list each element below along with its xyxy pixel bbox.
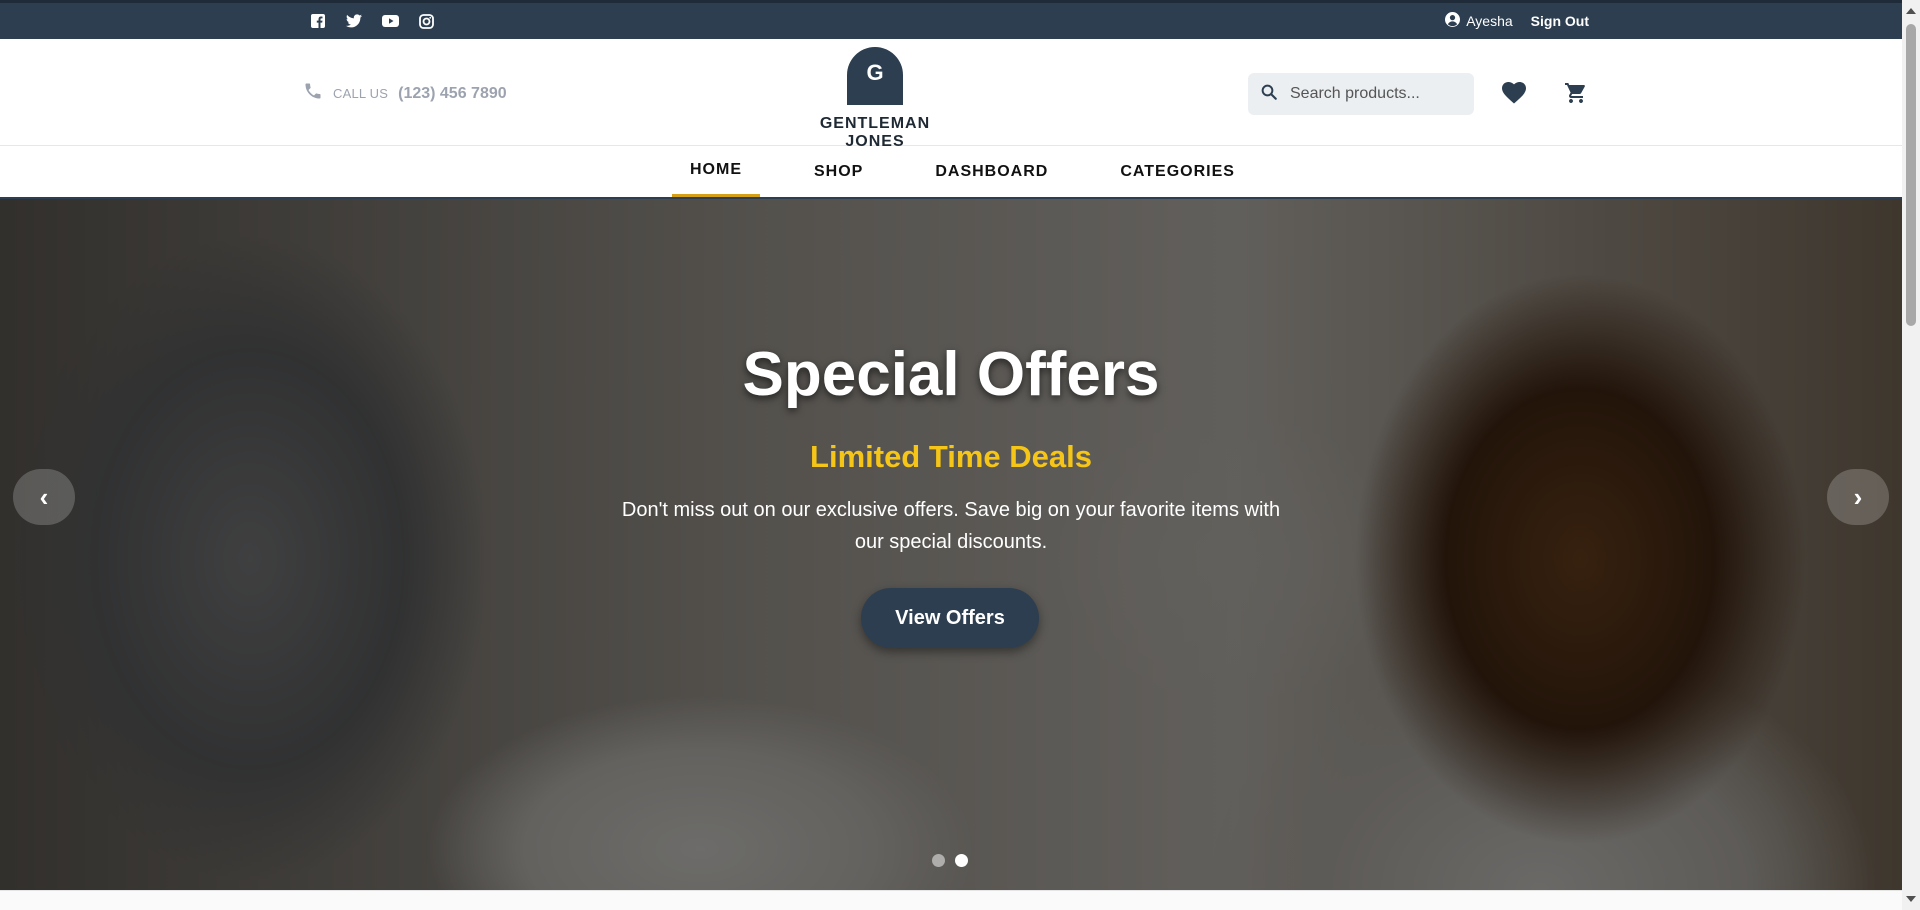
hero-subtitle: Limited Time Deals: [810, 439, 1092, 474]
nav-item-dashboard[interactable]: DASHBOARD: [917, 146, 1066, 197]
nav-item-shop[interactable]: SHOP: [796, 146, 881, 197]
twitter-icon[interactable]: [344, 12, 364, 30]
scroll-up-arrow-icon[interactable]: [1906, 8, 1916, 14]
carousel-dot-2[interactable]: [955, 854, 968, 867]
top-bar: Ayesha Sign Out: [0, 0, 1902, 39]
phone-icon: [303, 81, 323, 106]
carousel-dot-1[interactable]: [932, 854, 945, 867]
nav-item-categories[interactable]: CATEGORIES: [1102, 146, 1253, 197]
scroll-down-arrow-icon[interactable]: [1906, 896, 1916, 902]
nav-item-home[interactable]: HOME: [672, 146, 760, 197]
page-below-fold: [0, 890, 1902, 910]
site-header: CALL US (123) 456 7890 G GENTLEMAN JONES: [0, 39, 1902, 150]
call-us: CALL US (123) 456 7890: [303, 81, 507, 106]
header-actions: [1500, 79, 1590, 107]
search-icon[interactable]: [1260, 83, 1278, 106]
instagram-icon[interactable]: [416, 12, 436, 30]
scroll-thumb[interactable]: [1906, 24, 1916, 326]
hero-carousel: Special Offers Limited Time Deals Don't …: [0, 199, 1902, 890]
main-nav: HOME SHOP DASHBOARD CATEGORIES: [0, 146, 1902, 199]
carousel-next-button[interactable]: ›: [1827, 469, 1889, 525]
hero-title: Special Offers: [742, 340, 1160, 409]
logo-badge: G: [847, 47, 903, 105]
user-menu: Ayesha Sign Out: [1445, 12, 1589, 30]
carousel-prev-button[interactable]: ‹: [13, 469, 75, 525]
user-avatar-icon: [1445, 12, 1461, 30]
page-scrollbar[interactable]: [1902, 0, 1920, 910]
social-links: [308, 12, 436, 30]
phone-number[interactable]: (123) 456 7890: [398, 85, 507, 103]
search-input[interactable]: [1288, 84, 1463, 104]
search-box: [1248, 73, 1474, 115]
user-name[interactable]: Ayesha: [1466, 13, 1512, 29]
hero-description: Don't miss out on our exclusive offers. …: [621, 499, 1281, 553]
youtube-icon[interactable]: [380, 12, 400, 30]
cart-icon[interactable]: [1562, 79, 1590, 107]
heart-icon[interactable]: [1500, 79, 1528, 107]
sign-out-link[interactable]: Sign Out: [1531, 13, 1589, 29]
view-offers-button[interactable]: View Offers: [861, 588, 1039, 648]
facebook-icon[interactable]: [308, 12, 328, 30]
site-logo[interactable]: G GENTLEMAN JONES: [790, 47, 960, 151]
carousel-indicators: [932, 854, 968, 867]
call-us-label: CALL US: [333, 86, 389, 101]
